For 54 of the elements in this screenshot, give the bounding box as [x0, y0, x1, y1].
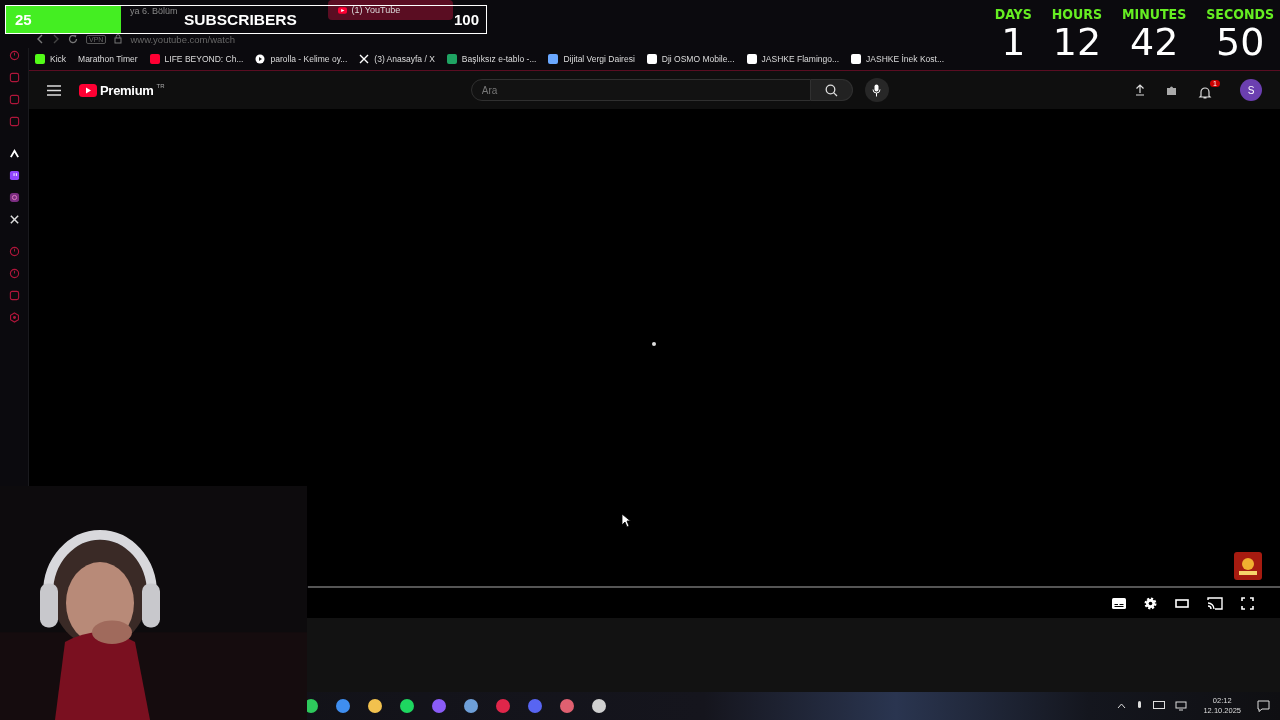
bookmark[interactable]: JASHKE İnek Kost... — [851, 54, 944, 64]
bookmark[interactable]: LIFE BEYOND: Ch... — [149, 54, 244, 64]
microphone-icon — [872, 83, 882, 97]
taskbar-app-icon[interactable] — [463, 698, 479, 714]
countdown-value: 50 — [1215, 22, 1265, 62]
account-avatar[interactable]: S — [1240, 79, 1262, 101]
search-button[interactable] — [810, 79, 853, 101]
countdown-value: 1 — [1001, 22, 1026, 62]
upload-icon[interactable] — [1135, 84, 1145, 96]
search-icon — [824, 83, 838, 97]
address-bar[interactable]: www.youtube.com/watch — [130, 33, 235, 45]
countdown-label: MINUTES — [1122, 6, 1187, 22]
bookmark[interactable]: Marathon Timer — [78, 54, 138, 64]
countdown-value: 42 — [1130, 22, 1179, 62]
bookmark[interactable]: Dijital Vergi Dairesi — [548, 54, 635, 64]
reload-icon[interactable] — [68, 34, 78, 44]
menu-icon[interactable] — [47, 84, 61, 96]
microphone-button[interactable] — [864, 78, 889, 102]
browser-tab[interactable]: (1) YouTube — [327, 0, 453, 20]
subscriber-goal: 100 — [453, 11, 479, 28]
bookmark[interactable]: Başlıksız e-tablo -... — [446, 54, 537, 64]
countdown-label: HOURS — [1051, 6, 1103, 22]
loading-dot-icon — [652, 342, 656, 346]
taskbar-app-icon[interactable] — [399, 698, 415, 714]
x-logo-icon[interactable] — [8, 214, 20, 225]
subtitles-icon[interactable] — [1112, 597, 1126, 609]
mouse-cursor-icon — [621, 513, 631, 528]
subscriber-label: SUBSCRIBERS — [184, 11, 297, 29]
chevron-up-icon[interactable] — [1117, 703, 1127, 709]
search-field[interactable]: Ara — [470, 79, 811, 101]
bookmark[interactable]: JASHKE Flamingo... — [746, 54, 840, 64]
channel-watermark-icon[interactable] — [1234, 552, 1262, 580]
bookmark[interactable]: Dji OSMO Mobile... — [646, 54, 735, 64]
theater-mode-icon[interactable] — [1175, 598, 1189, 608]
countdown-value: 12 — [1052, 22, 1102, 62]
notification-icon[interactable] — [1257, 700, 1270, 712]
network-icon[interactable] — [1175, 701, 1188, 711]
monitor-icon[interactable] — [1153, 701, 1166, 711]
taskbar-app-icon[interactable] — [335, 698, 351, 714]
subscriber-count: 25 — [15, 11, 32, 28]
bookmark[interactable]: (3) Anasayfa / X — [359, 54, 435, 64]
countdown-label: SECONDS — [1206, 6, 1274, 22]
taskbar-app-icon[interactable] — [559, 698, 575, 714]
youtube-logo[interactable]: Premium $^{TR}$ — [79, 82, 165, 98]
taskbar-app-icon[interactable] — [591, 698, 607, 714]
fullscreen-icon[interactable] — [1241, 596, 1254, 610]
bookmark[interactable]: Kick — [35, 54, 67, 64]
cast-icon[interactable] — [1207, 596, 1223, 610]
lock-icon — [114, 34, 123, 44]
taskbar-app-icon[interactable] — [367, 698, 383, 714]
x-icon — [359, 54, 370, 64]
countdown-label: DAYS — [994, 6, 1032, 22]
back-icon[interactable] — [36, 34, 44, 44]
bookmark[interactable]: parolla - Kelime oy... — [255, 54, 348, 64]
